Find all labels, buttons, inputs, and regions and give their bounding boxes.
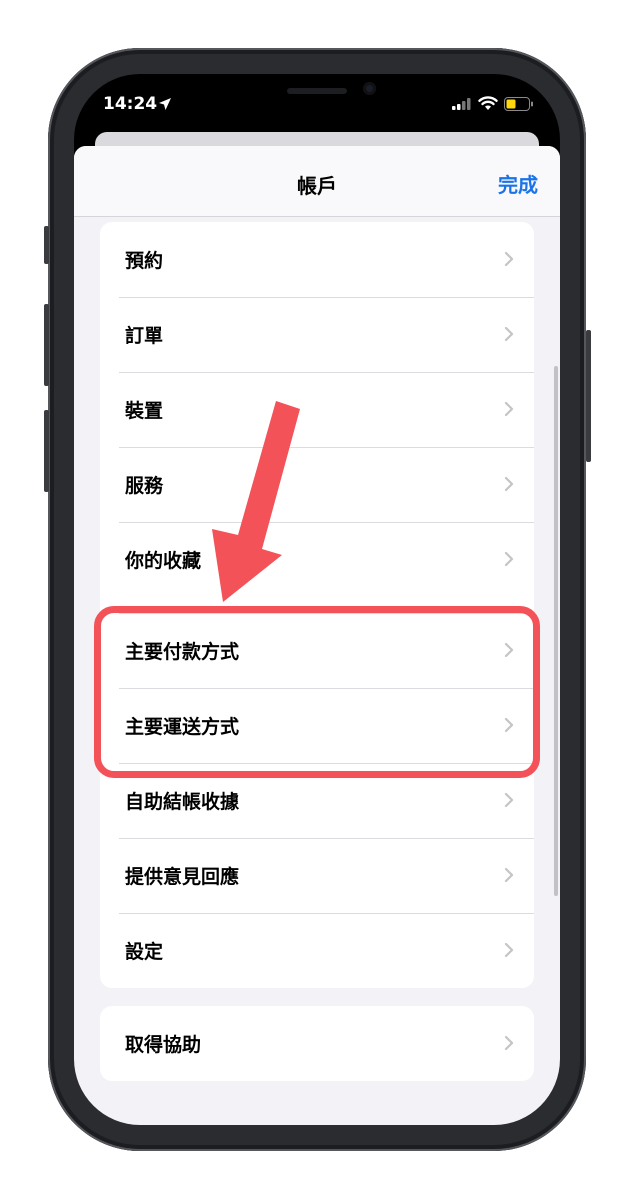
status-bar: 14:24: [74, 74, 560, 134]
menu-item-label: 預約: [125, 250, 164, 272]
menu-item-orders[interactable]: 訂單: [100, 297, 534, 372]
navigation-bar: 帳戶 完成: [74, 146, 560, 217]
menu-item-label: 服務: [125, 475, 164, 497]
battery-icon: [504, 97, 533, 111]
menu-item-label: 設定: [125, 941, 164, 963]
menu-item-settings[interactable]: 設定: [100, 913, 534, 988]
menu-item-reservations[interactable]: 預約: [100, 222, 534, 297]
menu-item-label: 裝置: [125, 400, 164, 422]
menu-item-devices[interactable]: 裝置: [100, 372, 534, 447]
status-time: 14:24: [103, 94, 158, 114]
chevron-right-icon: [504, 867, 514, 883]
volume-up-button: [44, 304, 49, 386]
power-button: [586, 330, 591, 462]
menu-item-label: 自助結帳收據: [125, 791, 240, 813]
phone-screen: 14:24 帳戶 完成 預約 訂單 裝置 服務 你的收藏 主要付款方式 主要運送…: [74, 74, 560, 1125]
done-button[interactable]: 完成: [498, 169, 538, 198]
menu-item-feedback[interactable]: 提供意見回應: [100, 838, 534, 913]
menu-item-label: 取得協助: [125, 1034, 202, 1056]
earpiece: [287, 88, 347, 94]
chevron-right-icon: [504, 251, 514, 267]
chevron-right-icon: [504, 1035, 514, 1051]
cellular-signal-icon: [452, 98, 471, 110]
wifi-icon: [478, 96, 498, 110]
front-camera: [363, 82, 376, 95]
menu-item-services[interactable]: 服務: [100, 447, 534, 522]
chevron-right-icon: [504, 476, 514, 492]
annotation-highlight-box: [94, 606, 540, 778]
menu-item-get-help[interactable]: 取得協助: [100, 1006, 534, 1081]
account-menu-group: 預約 訂單 裝置 服務 你的收藏 主要付款方式 主要運送方式 自助結帳收據 提供…: [100, 222, 534, 988]
chevron-right-icon: [504, 326, 514, 342]
location-arrow-icon: [159, 98, 171, 110]
annotation-arrow-icon: [212, 401, 300, 602]
help-group: 取得協助: [100, 1006, 534, 1081]
chevron-right-icon: [504, 551, 514, 567]
chevron-right-icon: [504, 401, 514, 417]
scrollbar[interactable]: [554, 366, 558, 896]
chevron-right-icon: [504, 792, 514, 808]
chevron-right-icon: [504, 942, 514, 958]
menu-item-favorites[interactable]: 你的收藏: [100, 522, 534, 597]
menu-item-label: 提供意見回應: [125, 866, 240, 888]
menu-item-label: 你的收藏: [125, 550, 202, 572]
action-button: [44, 226, 49, 264]
menu-item-label: 訂單: [125, 325, 164, 347]
page-title: 帳戶: [297, 174, 337, 198]
volume-down-button: [44, 410, 49, 492]
